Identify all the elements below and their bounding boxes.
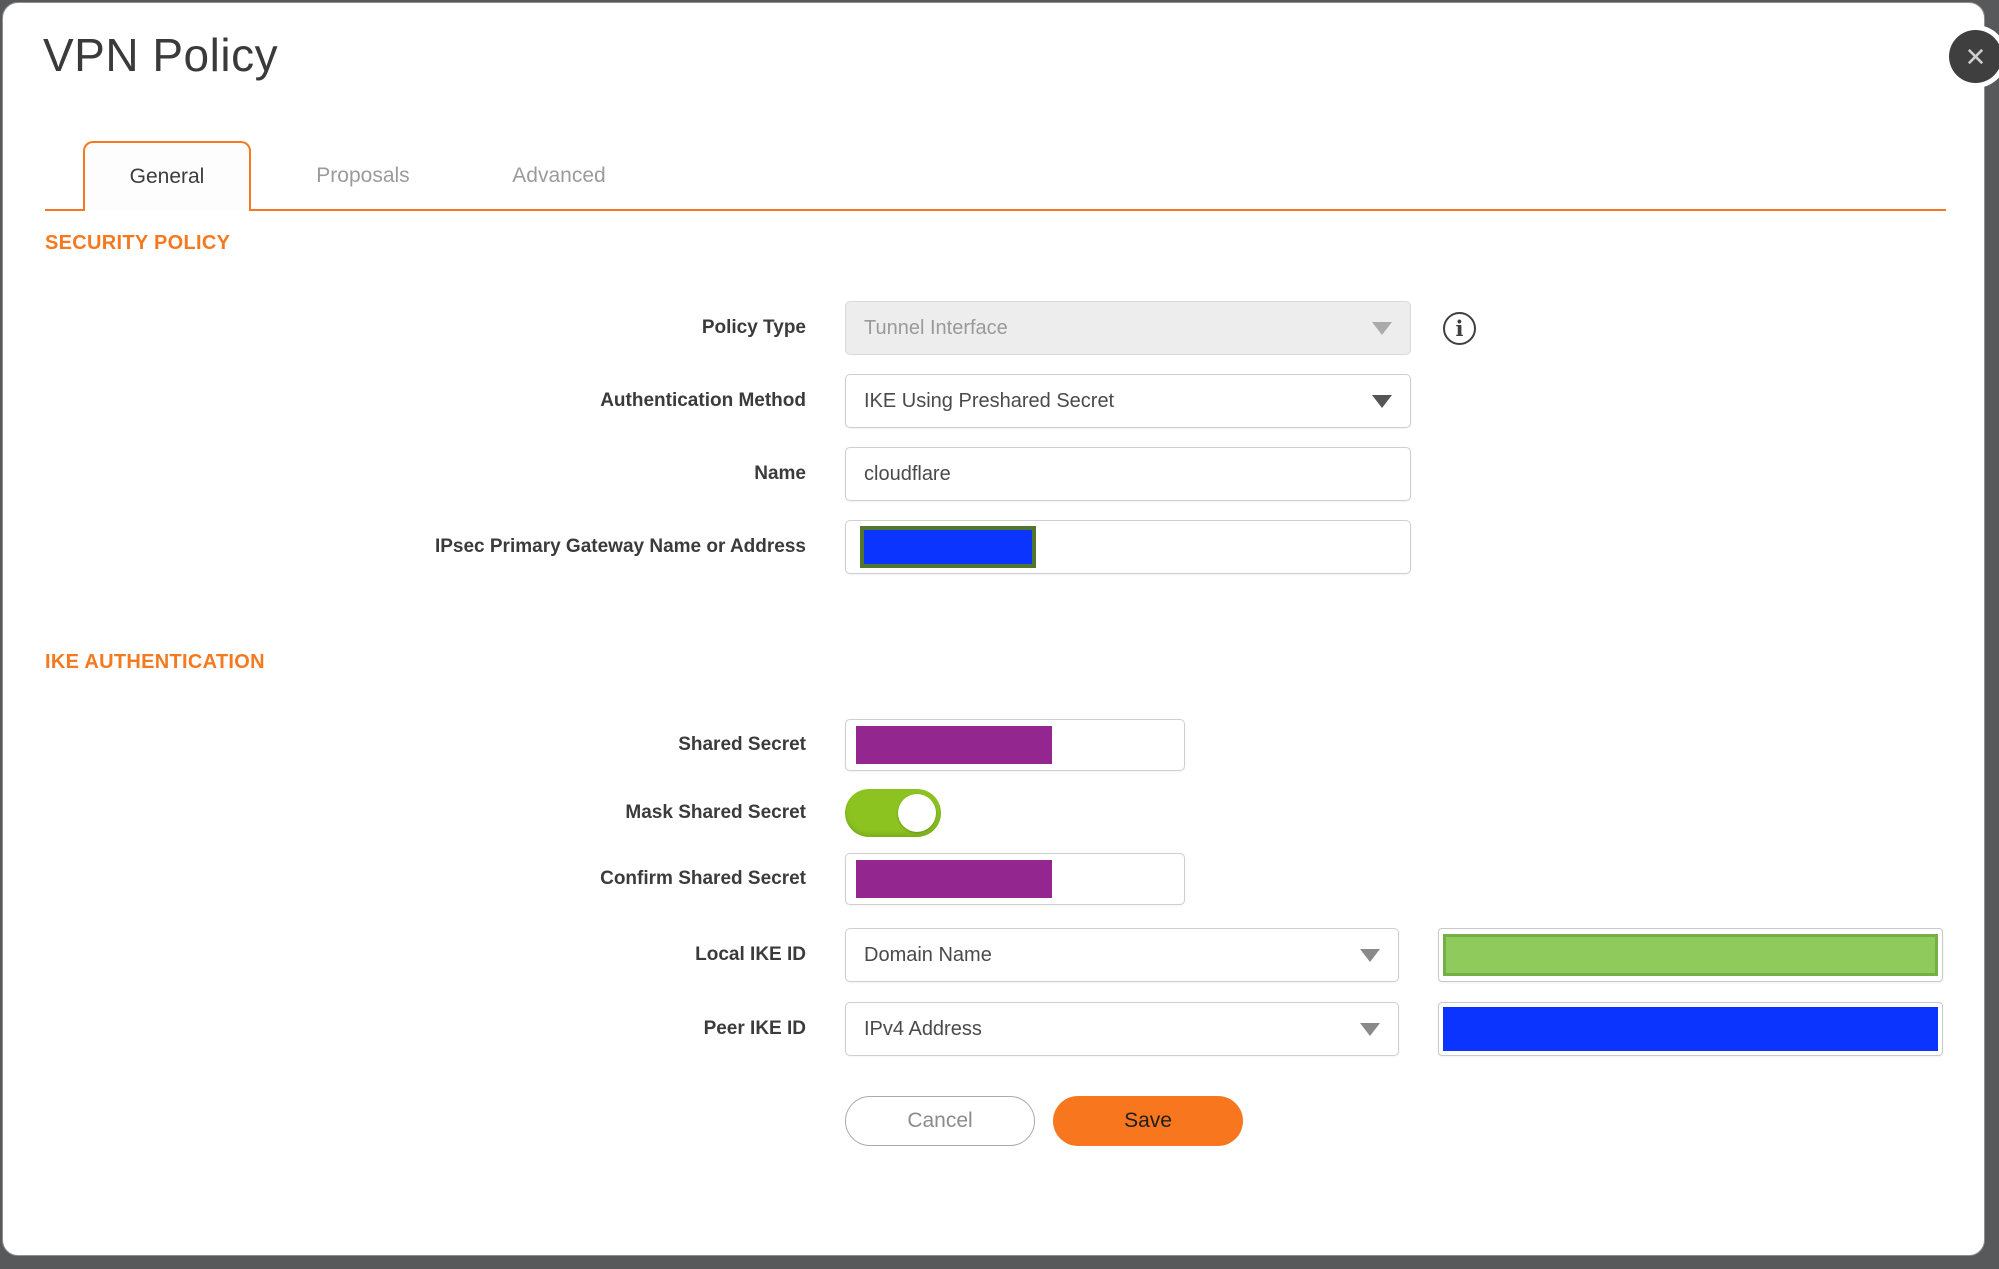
peer-ike-id-type-select[interactable]: IPv4 Address: [845, 1002, 1399, 1056]
dialog-actions: Cancel Save: [845, 1096, 1942, 1146]
chevron-down-icon: [1372, 321, 1392, 335]
redacted-gateway-value: [860, 526, 1036, 568]
policy-type-value: Tunnel Interface: [864, 316, 1008, 339]
gateway-input[interactable]: [845, 520, 1411, 574]
toggle-knob: [898, 794, 936, 832]
gateway-label: IPsec Primary Gateway Name or Address: [434, 536, 806, 557]
authentication-method-value: IKE Using Preshared Secret: [864, 389, 1115, 412]
policy-type-label: Policy Type: [701, 317, 806, 338]
authentication-method-label: Authentication Method: [600, 390, 806, 411]
section-security-policy: SECURITY POLICY: [45, 232, 231, 254]
policy-type-row: Policy Type Tunnel Interface i: [45, 301, 1942, 355]
close-button[interactable]: ✕: [1949, 30, 1999, 83]
local-ike-id-label: Local IKE ID: [695, 944, 806, 965]
authentication-method-row: Authentication Method IKE Using Preshare…: [45, 374, 1942, 428]
mask-shared-secret-toggle[interactable]: [845, 789, 941, 837]
chevron-down-icon: [1360, 1022, 1380, 1036]
vpn-policy-dialog: VPN Policy General Proposals Advanced SE…: [2, 2, 1985, 1256]
peer-ike-id-label: Peer IKE ID: [703, 1018, 806, 1039]
redacted-local-ike-id-value: [1443, 934, 1938, 976]
authentication-method-select[interactable]: IKE Using Preshared Secret: [845, 374, 1411, 428]
gateway-row: IPsec Primary Gateway Name or Address: [45, 520, 1942, 574]
name-input[interactable]: cloudflare: [845, 447, 1411, 501]
shared-secret-input[interactable]: [845, 719, 1185, 771]
tab-advanced[interactable]: Advanced: [475, 141, 643, 211]
peer-ike-id-row: Peer IKE ID IPv4 Address: [45, 1002, 1943, 1056]
modal-backdrop: VPN Policy General Proposals Advanced SE…: [0, 0, 1999, 1269]
peer-ike-id-type-value: IPv4 Address: [864, 1017, 982, 1040]
mask-shared-secret-row: Mask Shared Secret: [45, 789, 1942, 837]
chevron-down-icon: [1372, 394, 1392, 408]
name-value: cloudflare: [864, 462, 951, 485]
save-button[interactable]: Save: [1053, 1096, 1243, 1146]
tab-underline: [45, 209, 1946, 211]
redacted-shared-secret-value: [856, 726, 1052, 764]
local-ike-id-type-select[interactable]: Domain Name: [845, 928, 1399, 982]
tab-bar: General Proposals Advanced: [45, 141, 1946, 211]
page-title: VPN Policy: [43, 29, 279, 81]
mask-shared-secret-label: Mask Shared Secret: [625, 802, 806, 823]
info-icon[interactable]: i: [1443, 311, 1476, 345]
local-ike-id-type-value: Domain Name: [864, 943, 992, 966]
redacted-confirm-shared-secret-value: [856, 860, 1052, 898]
shared-secret-label: Shared Secret: [678, 734, 806, 755]
cancel-button[interactable]: Cancel: [845, 1096, 1035, 1146]
chevron-down-icon: [1360, 948, 1380, 962]
local-ike-id-value-input[interactable]: [1438, 928, 1943, 982]
tab-proposals[interactable]: Proposals: [279, 141, 447, 211]
close-icon: ✕: [1964, 41, 1987, 72]
confirm-shared-secret-row: Confirm Shared Secret: [45, 853, 1942, 905]
tab-general[interactable]: General: [83, 141, 251, 211]
confirm-shared-secret-input[interactable]: [845, 853, 1185, 905]
peer-ike-id-value-input[interactable]: [1438, 1002, 1943, 1056]
local-ike-id-row: Local IKE ID Domain Name: [45, 928, 1943, 982]
shared-secret-row: Shared Secret: [45, 719, 1942, 771]
policy-type-select: Tunnel Interface: [845, 301, 1411, 355]
section-ike-authentication: IKE AUTHENTICATION: [45, 651, 265, 673]
name-label: Name: [754, 463, 806, 484]
redacted-peer-ike-id-value: [1443, 1007, 1938, 1051]
confirm-shared-secret-label: Confirm Shared Secret: [600, 868, 806, 889]
name-row: Name cloudflare: [45, 447, 1942, 501]
